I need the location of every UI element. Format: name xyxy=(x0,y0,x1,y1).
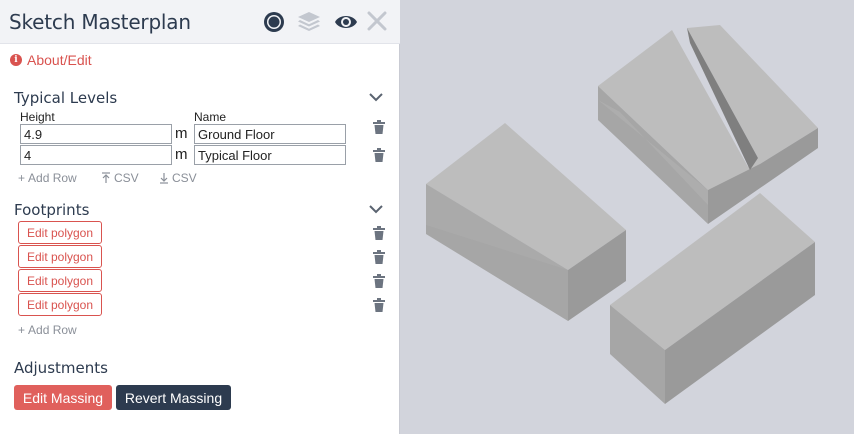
edit-polygon-button[interactable]: Edit polygon xyxy=(18,269,102,292)
level-name-input[interactable] xyxy=(194,124,346,144)
add-level-row-button[interactable]: + Add Row xyxy=(18,171,77,185)
download-icon xyxy=(160,173,168,184)
level-height-input[interactable] xyxy=(20,145,172,165)
trash-icon[interactable] xyxy=(373,148,385,162)
trash-icon[interactable] xyxy=(373,226,385,240)
panel-title: Sketch Masterplan xyxy=(9,10,191,34)
plus-icon: + xyxy=(18,323,26,337)
plus-icon: + xyxy=(18,171,26,185)
edit-massing-button[interactable]: Edit Massing xyxy=(14,385,112,410)
import-csv-button[interactable]: CSV xyxy=(101,171,139,185)
typical-levels-title: Typical Levels xyxy=(14,89,118,107)
building-mass[interactable] xyxy=(426,123,626,321)
about-edit-label: About/Edit xyxy=(27,52,92,68)
export-csv-button[interactable]: CSV xyxy=(159,171,197,185)
panel-header: Sketch Masterplan xyxy=(0,0,400,44)
trash-icon[interactable] xyxy=(373,274,385,288)
3d-viewport[interactable] xyxy=(401,0,854,434)
info-icon: i xyxy=(10,54,22,66)
trash-icon[interactable] xyxy=(373,120,385,134)
footprints-title: Footprints xyxy=(14,201,90,219)
building-mass[interactable] xyxy=(610,193,815,404)
edit-polygon-button[interactable]: Edit polygon xyxy=(18,221,102,244)
chevron-down-icon[interactable] xyxy=(367,91,385,103)
eye-icon[interactable] xyxy=(334,11,358,33)
massing-scene[interactable] xyxy=(401,0,854,434)
edit-polygon-button[interactable]: Edit polygon xyxy=(18,245,102,268)
upload-icon xyxy=(102,172,110,183)
level-name-input[interactable] xyxy=(194,145,346,165)
trash-icon[interactable] xyxy=(373,298,385,312)
circle-target-icon[interactable] xyxy=(262,11,286,33)
sketch-masterplan-panel: Sketch Masterplan i About/Edit Typical L… xyxy=(0,0,400,434)
name-column-label: Name xyxy=(194,110,227,124)
adjustments-title: Adjustments xyxy=(14,359,108,377)
edit-polygon-button[interactable]: Edit polygon xyxy=(18,293,102,316)
chevron-down-icon[interactable] xyxy=(367,203,385,215)
unit-label: m xyxy=(175,146,188,163)
close-icon[interactable] xyxy=(366,11,390,33)
height-column-label: Height xyxy=(20,110,55,124)
trash-icon[interactable] xyxy=(373,250,385,264)
level-height-input[interactable] xyxy=(20,124,172,144)
building-mass[interactable] xyxy=(598,25,818,224)
layers-icon[interactable] xyxy=(297,11,321,33)
unit-label: m xyxy=(175,125,188,142)
add-footprint-row-button[interactable]: + Add Row xyxy=(18,323,77,337)
about-edit-link[interactable]: i About/Edit xyxy=(10,52,92,68)
revert-massing-button[interactable]: Revert Massing xyxy=(116,385,231,410)
